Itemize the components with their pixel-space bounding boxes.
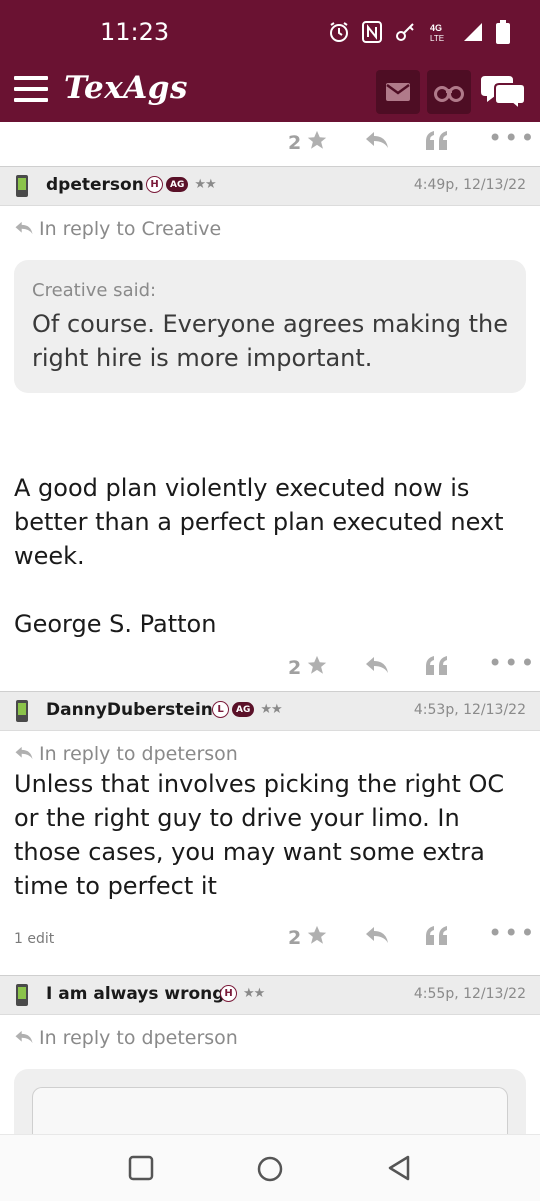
reply-to-link[interactable]: In reply to dpeterson <box>0 731 540 767</box>
rank-stars: ★★ <box>260 702 282 717</box>
nested-quote <box>32 1087 508 1134</box>
binoculars-icon <box>434 86 464 102</box>
post-body: Unless that involves picking the right O… <box>14 770 505 900</box>
post-body: A good plan violently executed now is be… <box>14 474 504 570</box>
quote-icon[interactable] <box>425 130 449 150</box>
badge-l: L <box>212 701 229 718</box>
app-header: TexAgs <box>0 62 540 122</box>
system-nav-bar <box>0 1134 540 1201</box>
mail-icon <box>386 83 410 101</box>
watch-button[interactable] <box>427 70 471 114</box>
svg-text:4G: 4G <box>430 23 442 33</box>
reply-to-text: In reply to Creative <box>39 218 222 240</box>
reply-icon <box>15 221 33 235</box>
post-signature: George S. Patton <box>14 610 217 638</box>
post-timestamp[interactable]: 4:55p, 12/13/22 <box>414 986 526 1002</box>
quote-icon[interactable] <box>425 655 449 675</box>
status-bar: 11:23 4G LTE <box>0 0 540 62</box>
post-timestamp[interactable]: 4:49p, 12/13/22 <box>414 177 526 193</box>
post-header: dpeterson H AG ★★ 4:49p, 12/13/22 <box>0 166 540 206</box>
star-icon[interactable] <box>306 654 328 676</box>
badge-ag: AG <box>232 702 255 717</box>
app-logo[interactable]: TexAgs <box>64 70 188 106</box>
phone-icon <box>16 175 28 197</box>
back-nav-icon[interactable] <box>386 1155 412 1181</box>
phone-icon <box>16 984 28 1006</box>
quote-block <box>14 1069 526 1134</box>
circle-nav-icon[interactable] <box>256 1155 284 1183</box>
post-header: DannyDuberstein L AG ★★ 4:53p, 12/13/22 <box>0 691 540 731</box>
star-icon[interactable] <box>306 129 328 151</box>
signal-icon <box>464 23 482 41</box>
rank-stars: ★★ <box>243 986 265 1001</box>
network-icon: 4G LTE <box>430 23 444 43</box>
nfc-icon <box>362 21 382 43</box>
more-icon[interactable]: ••• <box>488 919 536 947</box>
status-icons: 4G LTE <box>328 20 510 44</box>
messages-button[interactable] <box>376 70 420 114</box>
status-time: 11:23 <box>100 18 170 46</box>
username[interactable]: DannyDuberstein <box>46 700 213 720</box>
post-actions: 2 ••• <box>0 647 540 691</box>
star-count: 2 <box>288 657 302 679</box>
star-count: 2 <box>288 132 302 154</box>
more-icon[interactable]: ••• <box>488 649 536 677</box>
reply-icon <box>15 746 33 760</box>
reply-icon <box>15 1030 33 1044</box>
reply-to-link[interactable]: In reply to Creative <box>0 206 540 250</box>
user-badges: H ★★ <box>220 985 265 1002</box>
user-badges: L AG ★★ <box>212 701 283 718</box>
chat-icon <box>481 76 525 110</box>
badge-h: H <box>146 176 163 193</box>
phone-icon <box>16 700 28 722</box>
reply-to-link[interactable]: In reply to dpeterson <box>0 1015 540 1059</box>
reply-to-text: In reply to dpeterson <box>39 1027 238 1049</box>
key-icon <box>396 23 414 41</box>
badge-h: H <box>220 985 237 1002</box>
chat-button[interactable] <box>478 70 528 114</box>
menu-icon[interactable] <box>14 76 48 104</box>
quote-block: Creative said: Of course. Everyone agree… <box>14 260 526 393</box>
quote-icon[interactable] <box>425 925 449 945</box>
square-nav-icon[interactable] <box>128 1155 154 1181</box>
post-header: I am always wrong H ★★ 4:55p, 12/13/22 <box>0 975 540 1015</box>
reply-icon[interactable] <box>364 130 390 150</box>
username[interactable]: dpeterson <box>46 175 144 195</box>
badge-ag: AG <box>166 177 189 192</box>
post-actions: 1 edit 2 ••• <box>0 917 540 961</box>
rank-stars: ★★ <box>194 177 216 192</box>
reply-to-text: In reply to dpeterson <box>39 743 238 765</box>
star-icon[interactable] <box>306 924 328 946</box>
username[interactable]: I am always wrong <box>46 984 224 1004</box>
edit-note[interactable]: 1 edit <box>14 931 54 947</box>
svg-text:LTE: LTE <box>430 34 444 43</box>
battery-icon <box>496 20 510 44</box>
quote-text: Of course. Everyone agrees making the ri… <box>32 310 509 372</box>
star-count: 2 <box>288 927 302 949</box>
quote-author: Creative said: <box>32 280 157 301</box>
user-badges: H AG ★★ <box>146 176 217 193</box>
reply-icon[interactable] <box>364 655 390 675</box>
more-icon[interactable]: ••• <box>488 124 536 152</box>
post-actions: 2 ••• <box>0 122 540 166</box>
post-timestamp[interactable]: 4:53p, 12/13/22 <box>414 702 526 718</box>
alarm-icon <box>330 22 348 42</box>
thread-content[interactable]: 2 ••• dpeterson H AG ★★ 4:49p, 12/13/22 … <box>0 122 540 1134</box>
reply-icon[interactable] <box>364 925 390 945</box>
